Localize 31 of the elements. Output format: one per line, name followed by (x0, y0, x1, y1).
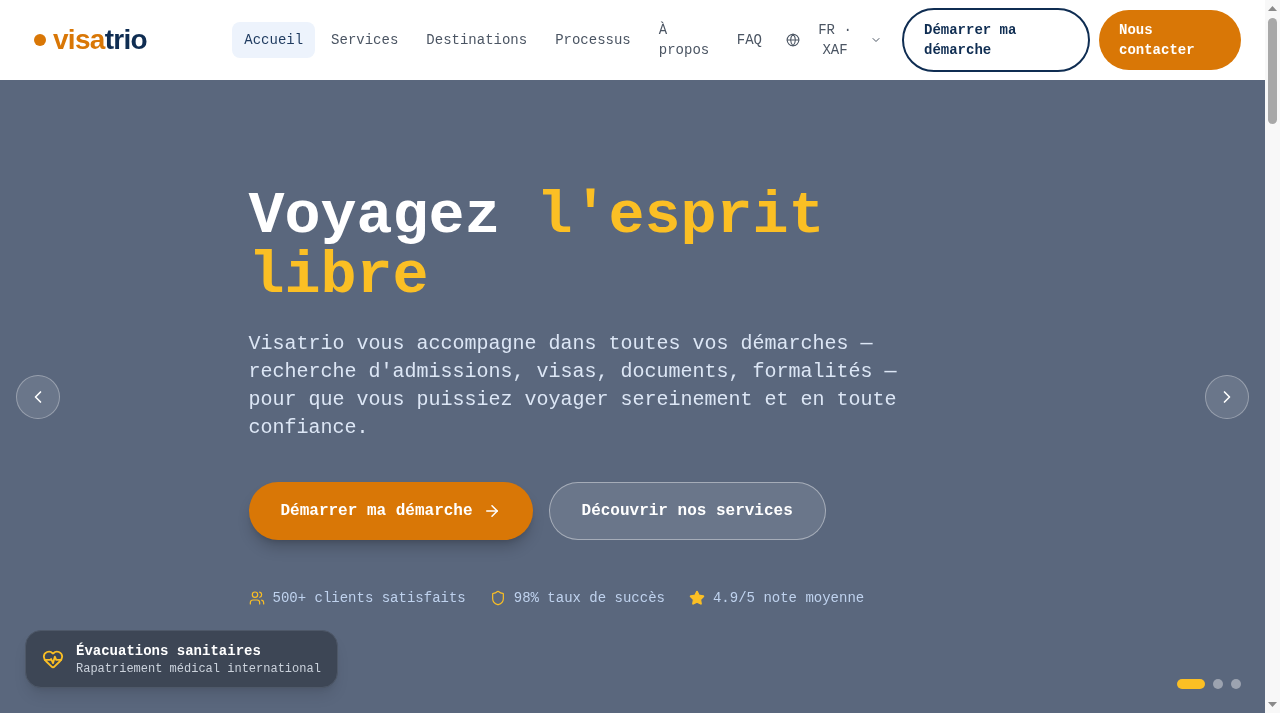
nav-link[interactable]: Processus (543, 22, 643, 58)
discover-services-button[interactable]: Découvrir nos services (548, 482, 826, 540)
nav-link[interactable]: À propos (646, 12, 721, 68)
stat-text: 98% taux de succès (513, 589, 665, 608)
slide-indicator[interactable] (1231, 679, 1241, 689)
feature-title: Évacuations sanitaires (76, 641, 262, 661)
previous-slide-button[interactable] (16, 374, 60, 419)
stat-text: 4.9/5 note moyenne (712, 589, 865, 608)
nav-link[interactable]: Accueil (232, 22, 316, 58)
slide-indicator[interactable] (1177, 679, 1205, 689)
scroll-down-arrow-icon[interactable] (1268, 702, 1277, 707)
start-process-button[interactable]: Démarrer ma démarche (902, 8, 1090, 72)
next-slide-button[interactable] (1205, 374, 1249, 419)
language-selector[interactable]: FR · XAF (786, 20, 882, 60)
nav-link[interactable]: Destinations (414, 22, 540, 58)
scrollbar[interactable] (1265, 0, 1280, 713)
nav-link[interactable]: FAQ (724, 22, 774, 58)
hero-description: Visatrio vous accompagne dans toutes vos démarches — recherche d'admissions, visas, documents, formalités — pour que vous puissiez voyager sereinement et en toute confiance. (248, 331, 898, 441)
nav-link[interactable]: Services (319, 22, 411, 58)
scroll-up-arrow-icon[interactable] (1268, 6, 1277, 11)
scrollbar-thumb[interactable] (1268, 18, 1277, 124)
stat-text: 500+ clients satisfaits (272, 589, 466, 608)
shield-icon (489, 590, 506, 606)
hero-title: Voyagez l'esprit libre (248, 186, 826, 306)
slide-indicator[interactable] (1213, 679, 1223, 689)
heart-pulse-icon (42, 648, 64, 670)
globe-icon (786, 33, 800, 47)
users-icon (248, 590, 265, 606)
feature-subtitle: Rapatriement médical international (76, 661, 321, 677)
star-icon (688, 590, 705, 606)
logo-link[interactable]: visatrio (34, 26, 147, 54)
